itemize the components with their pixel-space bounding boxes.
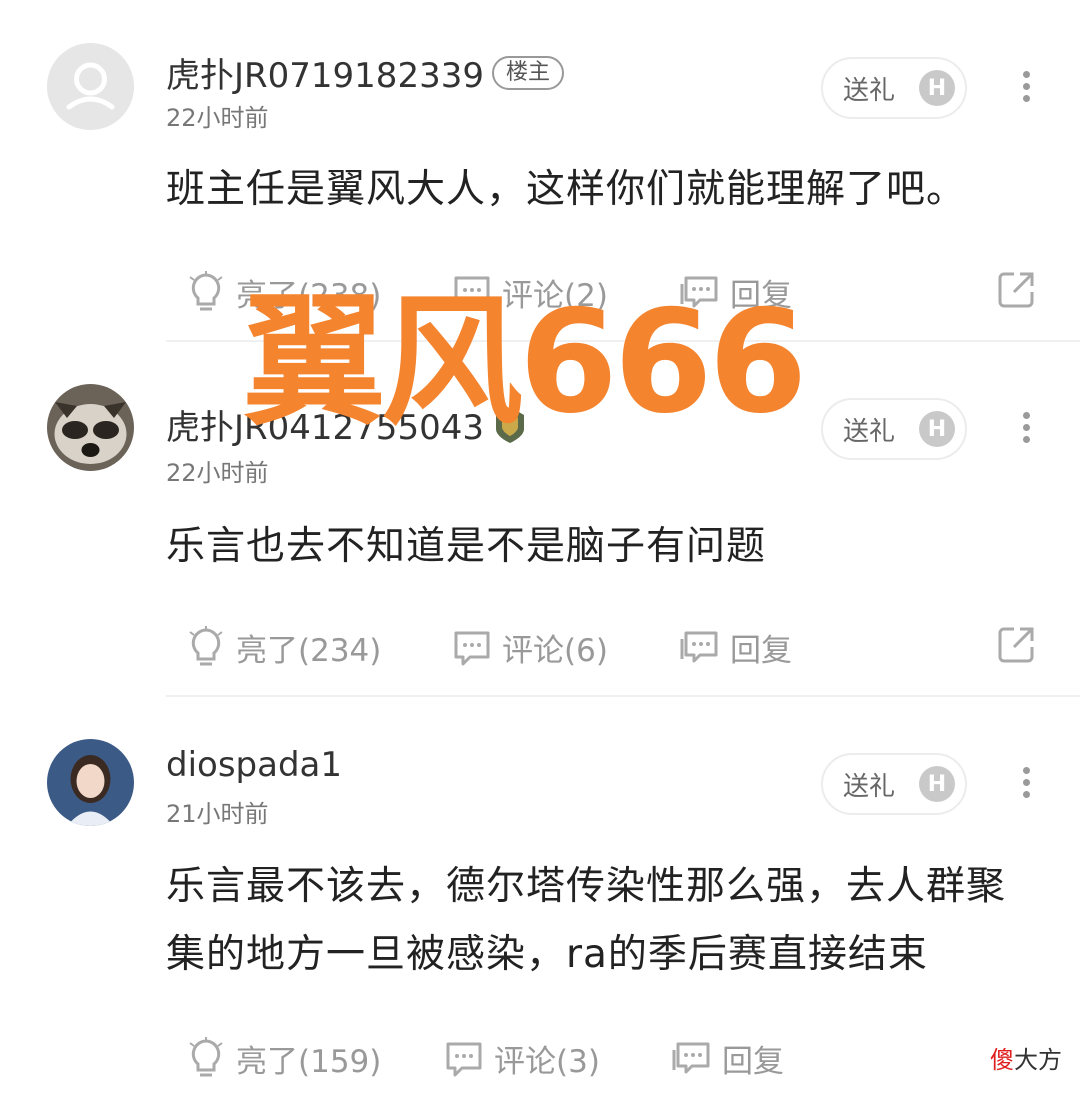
comment-label: 评论(3) — [494, 1044, 600, 1080]
divider — [166, 695, 1080, 697]
gift-button[interactable]: 送礼 H — [821, 57, 967, 119]
more-icon[interactable] — [1014, 71, 1038, 107]
comment-bubble-icon — [454, 631, 490, 665]
avatar[interactable] — [47, 739, 134, 826]
more-icon[interactable] — [1014, 767, 1038, 803]
timestamp: 22小时前 — [166, 104, 269, 132]
bulb-icon — [189, 1036, 223, 1076]
more-icon[interactable] — [1014, 412, 1038, 448]
comment-button[interactable]: 评论(3) — [444, 1036, 600, 1081]
op-badge: 楼主 — [491, 55, 564, 90]
gift-button[interactable]: 送礼 H — [821, 753, 967, 815]
username-text: 虎扑JR0719182339 — [166, 56, 484, 96]
username[interactable]: diospada1 — [166, 745, 342, 785]
raccoon-avatar-icon — [47, 384, 134, 471]
avatar-default-icon — [47, 43, 134, 130]
reply-icon — [680, 631, 718, 662]
like-button[interactable]: 亮了(159) — [186, 1036, 381, 1081]
gift-coin-icon: H — [919, 766, 955, 802]
watermark: 傻大方 — [990, 1040, 1062, 1075]
reply-button[interactable]: 回复 — [670, 1036, 784, 1081]
like-label: 亮了(159) — [236, 1044, 382, 1080]
avatar[interactable] — [47, 43, 134, 130]
gift-coin-icon: H — [919, 70, 955, 106]
share-icon[interactable] — [996, 270, 1046, 310]
avatar[interactable] — [47, 384, 134, 471]
timestamp: 22小时前 — [166, 459, 269, 487]
action-bar: 亮了(234) 评论(6) 回复 — [0, 625, 1080, 675]
gift-label: 送礼 — [843, 771, 896, 802]
action-bar: 亮了(159) 评论(3) 回复 — [0, 1036, 1080, 1086]
girl-avatar-icon — [47, 739, 134, 826]
overlay-caption: 翼风666 — [243, 280, 807, 445]
like-label: 亮了(234) — [236, 633, 382, 669]
username-text: diospada1 — [166, 745, 343, 785]
gift-label: 送礼 — [843, 75, 896, 106]
comment-label: 评论(6) — [502, 633, 608, 669]
reply-label: 回复 — [730, 633, 792, 669]
watermark-red: 傻 — [990, 1046, 1014, 1074]
share-icon[interactable] — [996, 625, 1046, 665]
reply-label: 回复 — [722, 1044, 784, 1080]
gift-label: 送礼 — [843, 416, 896, 447]
comment-bubble-icon — [446, 1042, 482, 1076]
comment-text: 乐言也去不知道是不是脑子有问题 — [166, 524, 767, 569]
reply-button[interactable]: 回复 — [678, 625, 792, 670]
bulb-icon — [189, 625, 223, 665]
gift-coin-icon: H — [919, 411, 955, 447]
comment-text: 乐言最不该去，德尔塔传染性那么强，去人群聚集的地方一旦被感染，ra的季后赛直接结… — [166, 864, 1007, 977]
comment-text: 班主任是翼风大人，这样你们就能理解了吧。 — [166, 167, 967, 212]
gift-button[interactable]: 送礼 H — [821, 398, 967, 460]
like-button[interactable]: 亮了(234) — [186, 625, 381, 670]
bulb-icon — [189, 270, 223, 310]
timestamp: 21小时前 — [166, 800, 269, 828]
reply-icon — [672, 1042, 710, 1073]
watermark-rest: 大方 — [1014, 1046, 1062, 1074]
username[interactable]: 虎扑JR0719182339 楼主 — [166, 48, 564, 97]
comment-button[interactable]: 评论(6) — [452, 625, 608, 670]
